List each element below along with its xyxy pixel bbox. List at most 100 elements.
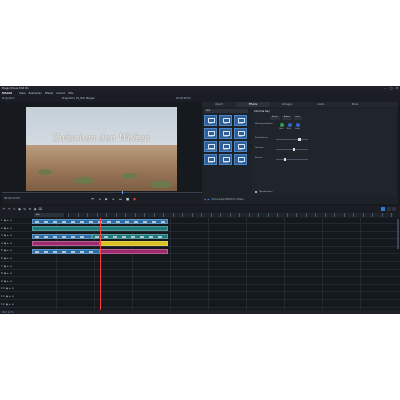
clip-thumbnail <box>80 250 84 253</box>
movie-editor-window: Magix Movie Edit Pro – □ ✕ MAGIX Datei B… <box>0 86 400 314</box>
blue-color-swatch[interactable] <box>288 123 292 127</box>
media-filter-select[interactable]: Alle <box>204 109 248 113</box>
stop-button[interactable]: ■ <box>125 196 130 202</box>
timeline-project-select[interactable]: Alle <box>34 213 64 217</box>
clip-thumbnail <box>35 220 39 223</box>
effect-property-tabs: Farbe Alpha Info <box>270 116 302 120</box>
clip-thumbnail <box>44 220 48 223</box>
effect-tile[interactable]: Tempo <box>219 154 232 165</box>
effect-tile[interactable]: Bewegung <box>204 141 217 152</box>
threshold-slider[interactable] <box>276 137 308 142</box>
chip-info[interactable]: Info <box>293 116 302 120</box>
delete-icon[interactable]: ⌧ <box>38 207 42 211</box>
preview-shrub <box>150 181 172 188</box>
menu-item-help[interactable]: Hilfe <box>68 92 73 95</box>
view-toggle[interactable] <box>381 207 385 211</box>
tab-import[interactable]: Import <box>202 102 236 107</box>
track-controls[interactable]: 8 ◉ ▸ ⊙ <box>1 272 12 275</box>
timeline-ruler[interactable] <box>68 213 394 217</box>
menu-item-view[interactable]: Ansicht <box>56 92 65 95</box>
play-button[interactable]: ▶ <box>104 196 109 202</box>
view-toggle[interactable] <box>386 207 391 211</box>
track-controls[interactable]: 11 ◉ ▸ ⊙ <box>1 295 14 298</box>
track-controls[interactable]: 10 ◉ ▸ ⊙ <box>1 287 14 290</box>
clip-thumbnail <box>62 235 66 238</box>
nav-arrow-icon[interactable]: ◀ <box>204 198 206 201</box>
swap-icon[interactable]: ⇆ <box>23 207 27 211</box>
clip-thumbnail <box>122 235 126 238</box>
track-controls[interactable]: 3 ◉ ▸ ⊙ <box>1 234 12 237</box>
clip-thumbnail <box>44 235 48 238</box>
timeline-vertical-scrollbar[interactable] <box>397 219 399 249</box>
track-controls[interactable]: 4 ◉ ▸ ⊙ <box>1 242 12 245</box>
track-controls[interactable]: 6 ◉ ▸ ⊙ <box>1 257 12 260</box>
custom-color-swatch[interactable] <box>296 123 300 127</box>
track-controls[interactable]: 5 ◉ ▸ ⊙ <box>1 249 12 252</box>
video-preview[interactable]: Zwischen den Welten <box>26 107 177 191</box>
crossfade-checkbox[interactable] <box>255 191 258 194</box>
preview-timecode: 00:00:12:05 <box>4 197 20 200</box>
chip-color[interactable]: Farbe <box>270 116 280 120</box>
timeline-clip[interactable] <box>32 233 92 239</box>
menu-item-edit[interactable]: Bearbeiten <box>29 92 42 95</box>
timeline-view-toggles <box>381 207 396 211</box>
media-pool: Import Effekte Vorlagen Audio Store Alle… <box>202 102 398 204</box>
tab-store[interactable]: Store <box>338 102 372 107</box>
nav-arrow-icon[interactable]: ▶ <box>208 198 210 201</box>
effect-properties: Chroma Key Farbe Alpha Info Hintergrundf… <box>252 109 396 195</box>
step-back-button[interactable]: ◂ <box>97 196 102 202</box>
clip-thumbnail <box>95 235 99 238</box>
record-button[interactable]: ● <box>132 196 137 202</box>
effect-tile[interactable]: Maske <box>219 141 232 152</box>
clip-thumbnail <box>140 235 144 238</box>
effect-tile[interactable]: Farbe <box>219 128 232 139</box>
step-forward-button[interactable]: ▸ <box>111 196 116 202</box>
clip-thumbnail <box>134 220 138 223</box>
go-end-button[interactable]: ⏭ <box>118 196 123 202</box>
slider-knob[interactable] <box>292 147 295 152</box>
effect-tile[interactable]: Blende <box>234 115 247 126</box>
track-controls[interactable]: 7 ◉ ▸ ⊙ <box>1 265 12 268</box>
select-icon[interactable]: ▣ <box>18 207 22 211</box>
timeline-clip[interactable] <box>32 248 100 254</box>
timeline-clip[interactable] <box>100 241 168 247</box>
track-controls[interactable]: 1 ◉ ▸ ⊙ <box>1 219 12 222</box>
menu-item-effects[interactable]: Effekte <box>45 92 53 95</box>
go-start-button[interactable]: ⏮ <box>90 196 95 202</box>
chip-alpha[interactable]: Alpha <box>281 116 292 120</box>
effect-tile[interactable]: Chroma <box>204 128 217 139</box>
track-controls[interactable]: 2 ◉ ▸ ⊙ <box>1 227 12 230</box>
effect-tile[interactable]: Audio <box>204 154 217 165</box>
undo-icon[interactable]: ↶ <box>2 207 6 211</box>
record-icon[interactable]: ◉ <box>33 207 37 211</box>
track-controls[interactable]: 12 ◉ ▸ ⊙ <box>1 303 14 306</box>
property-label: Kanten <box>255 157 263 159</box>
effect-tile[interactable]: Mehr <box>234 154 247 165</box>
timeline-clip[interactable] <box>100 248 168 254</box>
green-color-swatch[interactable] <box>280 123 284 127</box>
playhead[interactable] <box>100 218 101 310</box>
slider-knob[interactable] <box>298 137 301 142</box>
timeline-lanes[interactable] <box>32 218 396 310</box>
tab-effects[interactable]: Effekte <box>236 102 270 107</box>
timeline-clip[interactable] <box>92 233 168 239</box>
effect-tile[interactable]: Titel <box>204 115 217 126</box>
effect-tile[interactable]: Form <box>234 128 247 139</box>
status-text: CPU: 14 % <box>2 310 14 314</box>
timeline-clip[interactable] <box>32 241 100 247</box>
tab-audio[interactable]: Audio <box>304 102 338 107</box>
track-controls[interactable]: 9 ◉ ▸ ⊙ <box>1 280 12 283</box>
cut-icon[interactable]: ✂ <box>12 207 16 211</box>
tolerance-slider[interactable] <box>276 147 308 152</box>
slider-knob[interactable] <box>283 157 286 162</box>
redo-icon[interactable]: ↷ <box>7 207 11 211</box>
preview-project-label[interactable]: Programm: 01_Film Morgen <box>62 97 95 100</box>
program-label: Programm <box>2 97 15 101</box>
effect-tile[interactable]: Text <box>219 115 232 126</box>
menu-item-file[interactable]: Datei <box>19 92 25 95</box>
edges-slider[interactable] <box>276 157 308 162</box>
rotate-icon[interactable]: ⟲ <box>28 207 32 211</box>
tab-templates[interactable]: Vorlagen <box>270 102 304 107</box>
effect-tile[interactable]: Stabil. <box>234 141 247 152</box>
view-toggle[interactable] <box>392 207 396 211</box>
